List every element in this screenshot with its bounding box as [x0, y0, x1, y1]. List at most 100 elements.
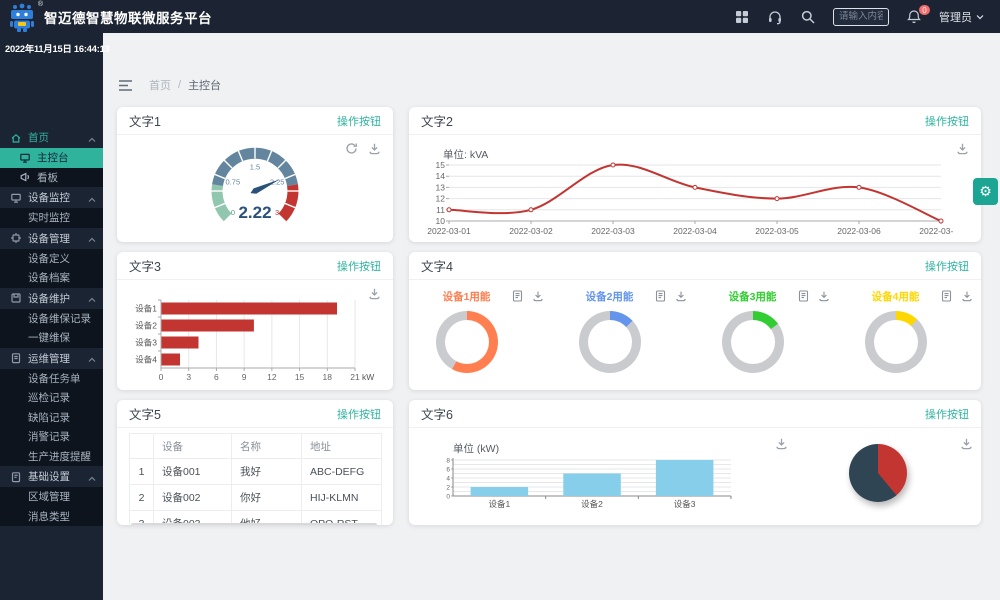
donut-block-device4: 设备4用能 — [838, 284, 981, 390]
sidebar-item-region-management[interactable]: 区域管理 — [0, 487, 103, 507]
svg-text:2022-03-07: 2022-03-07 — [919, 226, 953, 236]
headset-icon[interactable] — [767, 9, 783, 25]
card-action-button[interactable]: 操作按钮 — [925, 406, 969, 422]
sidebar-item-production-progress-reminder[interactable]: 生产进度提醒 — [0, 447, 103, 467]
sidebar-item-maintenance-records[interactable]: 设备维保记录 — [0, 309, 103, 329]
top-header: ® 智迈德智慧物联微服务平台 — [0, 0, 1000, 33]
card-action-button[interactable]: 操作按钮 — [925, 113, 969, 129]
svg-text:2022-03-05: 2022-03-05 — [755, 226, 799, 236]
chevron-up-icon — [88, 194, 96, 202]
report-icon[interactable] — [798, 290, 810, 302]
card-action-button[interactable]: 操作按钮 — [337, 258, 381, 274]
svg-text:2022-03-01: 2022-03-01 — [427, 226, 471, 236]
registered-mark: ® — [38, 1, 43, 8]
svg-text:1.5: 1.5 — [250, 163, 260, 172]
report-icon[interactable] — [655, 290, 667, 302]
svg-text:3: 3 — [275, 208, 279, 217]
breadcrumb-home[interactable]: 首页 — [149, 77, 171, 93]
sidebar-item-defect-records[interactable]: 缺陷记录 — [0, 408, 103, 428]
download-icon[interactable] — [961, 290, 973, 302]
svg-text:设备2: 设备2 — [135, 321, 157, 331]
apps-grid-icon[interactable] — [734, 9, 750, 25]
theme-settings-button[interactable]: ⚙ — [973, 178, 998, 205]
download-icon[interactable] — [956, 142, 969, 155]
robot-logo-icon: ® — [7, 3, 37, 33]
donut-charts: 设备1用能 设备2用能 — [409, 280, 981, 390]
floppy-icon — [10, 292, 22, 304]
card-title: 文字2 — [421, 111, 453, 130]
sidebar: 2022年11月15日 16:44:13 首页 主控台 看板 设备监控 实时监控 — [0, 33, 103, 600]
table-row[interactable]: 1 设备001 我好 ABC-DEFG — [130, 459, 382, 485]
user-menu[interactable]: 管理员 — [939, 9, 984, 25]
card-action-button[interactable]: 操作按钮 — [337, 406, 381, 422]
chevron-up-icon — [88, 473, 96, 481]
svg-text:3: 3 — [186, 372, 191, 382]
svg-text:0: 0 — [231, 208, 235, 217]
download-icon[interactable] — [368, 287, 381, 300]
dashboard-grid: 文字1 操作按钮 0.751.52.25032.22 — [117, 107, 981, 525]
sidebar-group-device-management[interactable]: 设备管理 — [0, 228, 103, 249]
chevron-up-icon — [88, 294, 96, 302]
sidebar-item-alarm-clear-records[interactable]: 消警记录 — [0, 427, 103, 447]
search-icon[interactable] — [800, 9, 816, 25]
sidebar-item-device-archive[interactable]: 设备档案 — [0, 268, 103, 288]
sidebar-group-basic-settings[interactable]: 基础设置 — [0, 466, 103, 487]
card-action-button[interactable]: 操作按钮 — [337, 113, 381, 129]
svg-text:设备3: 设备3 — [135, 338, 157, 348]
report-icon[interactable] — [941, 290, 953, 302]
main-content: 首页 / 主控台 文字1 操作按钮 — [103, 33, 1000, 600]
donut-chart-device3 — [722, 311, 784, 373]
svg-text:设备3: 设备3 — [674, 499, 696, 509]
table-row[interactable]: 2 设备002 你好 HIJ-KLMN — [130, 485, 382, 511]
topbar-actions: 0 管理员 — [734, 8, 1000, 26]
card-text5: 文字5 操作按钮 设备 名称 地址 — [117, 400, 393, 525]
svg-text:0: 0 — [159, 372, 164, 382]
sidebar-group-device-monitor[interactable]: 设备监控 — [0, 187, 103, 208]
user-name: 管理员 — [939, 9, 972, 25]
donut-chart-device2 — [579, 311, 641, 373]
sidebar-group-device-maintenance[interactable]: 设备维护 — [0, 288, 103, 309]
svg-text:15: 15 — [295, 372, 305, 382]
svg-text:2: 2 — [446, 485, 450, 492]
sidebar-item-kanban[interactable]: 看板 — [0, 168, 103, 188]
sidebar-group-home[interactable]: 首页 — [0, 127, 103, 148]
report-icon[interactable] — [512, 290, 524, 302]
sidebar-collapse-button[interactable] — [118, 79, 133, 92]
svg-text:12: 12 — [436, 194, 446, 204]
chevron-up-icon — [88, 354, 96, 362]
svg-text:2022-03-04: 2022-03-04 — [673, 226, 717, 236]
card-action-button[interactable]: 操作按钮 — [925, 258, 969, 274]
sidebar-item-message-type[interactable]: 消息类型 — [0, 507, 103, 527]
search-input[interactable] — [833, 8, 889, 26]
download-icon[interactable] — [775, 437, 788, 450]
notifications-button[interactable]: 0 — [906, 9, 922, 25]
card-text2: 文字2 操作按钮 单位: kVA 1011121314152022-03-012… — [409, 107, 981, 242]
sidebar-item-console[interactable]: 主控台 — [0, 148, 103, 168]
donut-block-device1: 设备1用能 — [409, 284, 552, 390]
download-icon[interactable] — [818, 290, 830, 302]
svg-text:设备4: 设备4 — [135, 355, 157, 365]
sidebar-item-inspection-records[interactable]: 巡检记录 — [0, 388, 103, 408]
svg-text:18: 18 — [323, 372, 333, 382]
svg-text:2022-03-02: 2022-03-02 — [509, 226, 553, 236]
svg-text:6: 6 — [214, 372, 219, 382]
sidebar-item-device-definition[interactable]: 设备定义 — [0, 249, 103, 269]
datetime-display: 2022年11月15日 16:44:13 — [0, 33, 103, 55]
sidebar-item-realtime-monitor[interactable]: 实时监控 — [0, 208, 103, 228]
hbar-chart-svg: 036912151821设备1设备2设备3设备4kW — [123, 290, 379, 390]
hbar-chart: 036912151821设备1设备2设备3设备4kW — [123, 290, 379, 390]
refresh-icon[interactable] — [345, 142, 358, 155]
download-icon[interactable] — [532, 290, 544, 302]
breadcrumb-current: 主控台 — [188, 77, 221, 93]
svg-text:4: 4 — [446, 476, 450, 483]
download-icon[interactable] — [368, 142, 381, 155]
donut-title: 设备1用能 — [443, 289, 491, 304]
table-horizontal-scrollbar[interactable] — [131, 523, 377, 525]
download-icon[interactable] — [960, 437, 973, 450]
download-icon[interactable] — [675, 290, 687, 302]
svg-text:0.75: 0.75 — [226, 177, 241, 186]
chip-icon — [10, 232, 22, 244]
sidebar-group-ops-management[interactable]: 运维管理 — [0, 348, 103, 369]
sidebar-item-device-task-list[interactable]: 设备任务单 — [0, 369, 103, 389]
sidebar-item-one-key-maintenance[interactable]: 一键维保 — [0, 328, 103, 348]
